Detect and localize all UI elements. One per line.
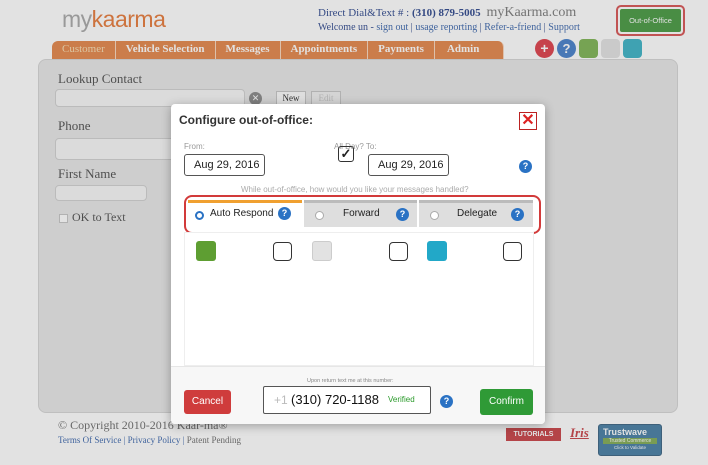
all-day-checkbox[interactable]: ✓ — [338, 146, 354, 162]
handling-tabs: Auto Respond ? Forward ? Delegate ? — [184, 195, 541, 234]
tab-auto-respond[interactable]: Auto Respond ? — [188, 200, 302, 227]
cancel-button[interactable]: Cancel — [184, 390, 231, 414]
channel-panel — [184, 232, 534, 366]
to-date-input[interactable]: Aug 29, 2016 — [368, 154, 449, 176]
out-of-office-dialog: Configure out-of-office: ✕ From: Aug 29,… — [171, 104, 545, 424]
phone-channel-icon — [427, 241, 447, 261]
tab-forward[interactable]: Forward ? — [304, 200, 417, 227]
delegate-radio[interactable] — [430, 211, 439, 220]
help-icon[interactable]: ? — [440, 395, 453, 408]
from-label: From: — [184, 142, 205, 151]
help-icon[interactable]: ? — [519, 160, 532, 173]
help-icon[interactable]: ? — [278, 207, 291, 220]
text-channel-checkbox[interactable] — [273, 242, 292, 261]
help-icon[interactable]: ? — [396, 208, 409, 221]
dialog-footer: Cancel Upon return text me at this numbe… — [171, 366, 545, 424]
forward-radio[interactable] — [315, 211, 324, 220]
close-icon[interactable]: ✕ — [519, 112, 537, 130]
from-date-input[interactable]: Aug 29, 2016 — [184, 154, 265, 176]
text-channel-icon — [196, 241, 216, 261]
auto-respond-radio[interactable] — [195, 211, 204, 220]
email-channel-icon — [312, 241, 332, 261]
country-code: +1 — [274, 393, 288, 407]
handling-question: While out-of-office, how would you like … — [241, 185, 469, 194]
phone-channel-checkbox[interactable] — [503, 242, 522, 261]
dialog-title: Configure out-of-office: — [179, 113, 313, 127]
verified-badge: Verified — [388, 395, 415, 404]
return-number: (310) 720-1188 — [291, 392, 379, 407]
return-number-label: Upon return text me at this number: — [307, 378, 394, 384]
confirm-button[interactable]: Confirm — [480, 389, 533, 415]
email-channel-checkbox[interactable] — [389, 242, 408, 261]
tab-delegate[interactable]: Delegate ? — [419, 200, 533, 227]
help-icon[interactable]: ? — [511, 208, 524, 221]
return-number-field[interactable]: +1 (310) 720-1188 Verified — [263, 386, 431, 414]
